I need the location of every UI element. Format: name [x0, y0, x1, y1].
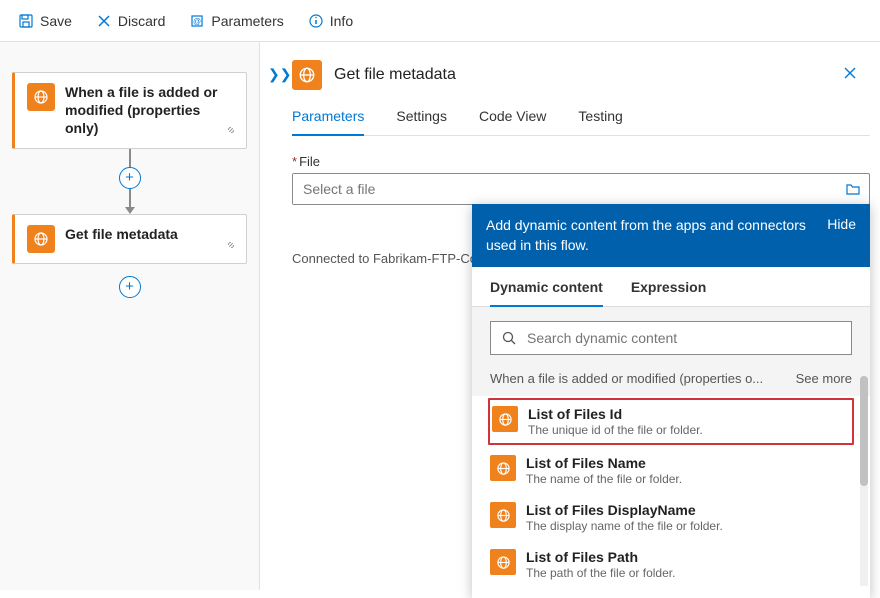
trigger-title: When a file is added or modified (proper… — [65, 83, 234, 138]
hide-popover-button[interactable]: Hide — [827, 216, 856, 232]
item-desc: The display name of the file or folder. — [526, 519, 852, 533]
ftp-icon — [27, 83, 55, 111]
group-title: When a file is added or modified (proper… — [490, 371, 796, 386]
item-title: List of Files Id — [528, 406, 850, 422]
save-label: Save — [40, 13, 72, 29]
item-desc: The name of the file or folder. — [526, 472, 852, 486]
action-card[interactable]: Get file metadata — [12, 214, 247, 264]
save-icon — [18, 13, 34, 29]
item-title: List of Files Name — [526, 455, 852, 471]
ftp-icon — [492, 406, 518, 432]
item-desc: The path of the file or folder. — [526, 566, 852, 580]
tab-settings[interactable]: Settings — [396, 108, 447, 135]
add-step-button-2[interactable]: + — [119, 276, 141, 298]
browse-folder-button[interactable] — [837, 174, 869, 204]
dynamic-content-item[interactable]: List of Files Path The path of the file … — [472, 541, 870, 588]
folder-icon — [845, 181, 861, 197]
ftp-icon — [490, 455, 516, 481]
info-icon — [308, 13, 324, 29]
ftp-icon — [292, 60, 322, 90]
close-panel-button[interactable] — [838, 61, 862, 90]
item-title: List of Files Path — [526, 549, 852, 565]
search-icon — [501, 330, 517, 346]
link-icon — [224, 123, 238, 142]
search-box — [490, 321, 852, 355]
popover-results: When a file is added or modified (proper… — [472, 365, 870, 598]
parameters-icon: @ — [189, 13, 205, 29]
discard-button[interactable]: Discard — [88, 9, 173, 33]
dynamic-content-item[interactable]: List of Files Name The name of the file … — [472, 447, 870, 494]
ftp-icon — [490, 549, 516, 575]
tab-expression[interactable]: Expression — [631, 279, 706, 306]
info-button[interactable]: Info — [300, 9, 361, 33]
link-icon — [224, 238, 238, 257]
search-input[interactable] — [527, 330, 841, 346]
panel-title: Get file metadata — [334, 66, 826, 84]
popover-banner: Add dynamic content from the apps and co… — [472, 204, 870, 267]
file-field — [292, 173, 870, 205]
action-title: Get file metadata — [65, 225, 178, 243]
flow-canvas: When a file is added or modified (proper… — [0, 42, 260, 590]
see-more-button[interactable]: See more — [796, 371, 852, 386]
panel-tabs: Parameters Settings Code View Testing — [292, 108, 870, 136]
ftp-icon — [490, 502, 516, 528]
popover-tabs: Dynamic content Expression — [472, 267, 870, 307]
scrollbar-thumb[interactable] — [860, 376, 868, 486]
discard-icon — [96, 13, 112, 29]
ftp-icon — [27, 225, 55, 253]
svg-text:@: @ — [193, 17, 201, 26]
info-label: Info — [330, 13, 353, 29]
dynamic-content-popover: Add dynamic content from the apps and co… — [472, 204, 870, 598]
parameters-label: Parameters — [211, 13, 283, 29]
tab-testing[interactable]: Testing — [578, 108, 622, 135]
trigger-card[interactable]: When a file is added or modified (proper… — [12, 72, 247, 149]
parameters-button[interactable]: @ Parameters — [181, 9, 291, 33]
tab-code-view[interactable]: Code View — [479, 108, 546, 135]
tab-dynamic-content[interactable]: Dynamic content — [490, 279, 603, 307]
collapse-panel-button[interactable]: ❯❯ — [268, 66, 291, 83]
toolbar: Save Discard @ Parameters Info — [0, 0, 880, 42]
discard-label: Discard — [118, 13, 165, 29]
item-desc: The unique id of the file or folder. — [528, 423, 850, 437]
item-title: List of Files DisplayName — [526, 502, 852, 518]
scrollbar[interactable] — [860, 376, 868, 586]
file-field-label: *File — [292, 154, 870, 169]
add-step-button[interactable]: + — [119, 167, 141, 189]
file-input[interactable] — [293, 174, 837, 204]
dynamic-content-item[interactable]: List of Files Id The unique id of the fi… — [488, 398, 854, 445]
dynamic-content-item[interactable]: List of Files DisplayName The display na… — [472, 494, 870, 541]
group-header: When a file is added or modified (proper… — [472, 365, 870, 396]
tab-parameters[interactable]: Parameters — [292, 108, 364, 136]
banner-text: Add dynamic content from the apps and co… — [486, 216, 817, 255]
save-button[interactable]: Save — [10, 9, 80, 33]
